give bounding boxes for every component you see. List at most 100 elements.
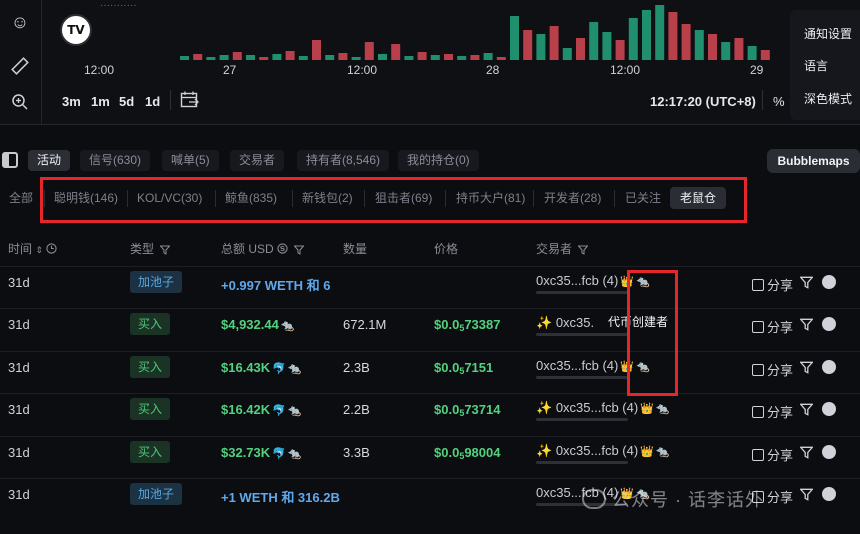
percent-toggle[interactable]: % [773,94,785,109]
clock-icon[interactable] [46,243,57,254]
toolbar-divider [170,90,171,110]
share-icon [752,449,764,461]
tab-calls[interactable]: 喊单(5) [162,150,219,171]
x-tick: 12:00 [347,63,378,77]
share-label: 分享 [767,448,794,463]
insider-icon: 🐀 [287,448,302,460]
timeframe-1d[interactable]: 1d [145,94,160,109]
filter-icon[interactable] [160,245,171,255]
volume-bar [589,22,599,60]
trader-address-text: 0xc35...fcb (4) [536,358,619,373]
trader-chart-icon[interactable] [822,317,836,331]
sort-icon[interactable]: ⇕ [35,245,43,255]
trader-chart-icon[interactable] [822,445,836,459]
calendar-goto-icon[interactable] [180,91,200,109]
creator-icon[interactable]: 👑 [640,445,654,458]
filter-trader-icon[interactable] [800,361,813,374]
trader-chart-icon[interactable] [822,275,836,289]
share-icon [752,321,764,333]
ruler-icon[interactable] [8,54,32,78]
insider-icon[interactable]: 🐀 [656,445,670,458]
volume-bar [483,53,493,60]
volume-bar [285,51,295,60]
col-header-total[interactable]: 总额 USD [221,240,305,257]
new-trader-icon: ✨ [536,315,556,330]
emoji-icon[interactable]: ☺ [8,10,32,34]
trader-chart-icon[interactable] [822,487,836,501]
highlight-box-filters [40,177,747,223]
menu-item-dark-mode[interactable]: 深色模式 [804,90,852,107]
volume-bar [760,50,770,60]
trader-address[interactable]: ✨ 0xc35...fcb (4) 👑 🐀 [536,400,670,416]
insider-icon[interactable]: 🐀 [656,402,670,415]
share-icon [752,279,764,291]
trade-time: 31d [8,487,30,502]
trader-chart-icon[interactable] [822,360,836,374]
volume-bar [721,42,731,60]
tab-my-positions[interactable]: 我的持仓(0) [398,150,479,171]
holding-progress-bar [536,291,628,294]
new-trader-icon: ✨ [536,443,556,458]
share-button[interactable]: 分享 [752,360,793,379]
zoom-in-icon[interactable] [8,90,32,114]
creator-icon[interactable]: 👑 [640,402,654,415]
tab-traders[interactable]: 交易者 [230,150,285,171]
row-divider [0,393,860,394]
share-button[interactable]: 分享 [752,402,793,421]
volume-bar [708,34,717,60]
share-button[interactable]: 分享 [752,275,793,294]
x-tick: 27 [223,63,237,77]
filter-trader-icon[interactable] [800,276,813,289]
trader-address-text: 0xc35...fcb (4) [555,400,639,415]
holding-progress-bar [536,461,628,464]
share-button[interactable]: 分享 [752,445,793,464]
share-label: 分享 [767,363,794,378]
volume-bar [338,53,348,60]
price-digits: 98004 [464,445,501,460]
trader-address-text: 0xc35...fcb (4) [536,485,619,500]
col-header-trader[interactable]: 交易者 [536,240,589,257]
col-header-type[interactable]: 类型 [130,240,171,257]
trade-amount: $4,932.44 🐀 [221,317,295,332]
filter-trader-icon[interactable] [800,403,813,416]
trader-chart-icon[interactable] [822,402,836,416]
currency-toggle-icon[interactable] [277,243,288,254]
trader-address[interactable]: ✨ 0xc35...fcb (4) 👑 🐀 [536,443,670,459]
row-divider [0,266,860,267]
col-header-time[interactable]: 时间 ⇕ [8,240,57,257]
bubblemaps-button[interactable]: Bubblemaps [767,149,860,173]
insider-icon: 🐀 [287,405,302,417]
trader-address[interactable]: ✨ 0xc35. [536,315,594,331]
col-header-qty: 数量 [343,242,368,256]
row-divider [0,351,860,352]
trade-type-badge: 加池子 [130,483,183,505]
volume-bars [180,5,770,60]
timeframe-3m[interactable]: 3m [62,94,81,109]
menu-item-notification-settings[interactable]: 通知设置 [804,25,852,42]
trade-price: $0.0598004 [434,445,500,461]
volume-bar [232,52,242,60]
filter-trader-icon[interactable] [800,446,813,459]
volume-bar [417,52,427,60]
tab-activity[interactable]: 活动 [28,150,71,171]
filter-icon[interactable] [294,245,305,255]
clock-readout[interactable]: 12:17:20 (UTC+8) [650,94,756,109]
col-header-price: 价格 [434,242,459,256]
timeframe-5d[interactable]: 5d [119,94,134,109]
filter-trader-icon[interactable] [800,318,813,331]
price-prefix: $0.0 [434,360,460,375]
dolphin-icon: 🐬 [272,448,286,460]
timeframe-1m[interactable]: 1m [91,94,110,109]
volume-bar [298,56,308,60]
trade-amount: +0.997 WETH 和 6 [221,275,330,294]
volume-bar [325,55,335,60]
x-tick: 12:00 [610,63,641,77]
panel-toggle-icon[interactable] [2,152,18,168]
share-button[interactable]: 分享 [752,317,793,336]
tab-signals[interactable]: 信号(630) [80,150,151,171]
tab-holders[interactable]: 持有者(8,546) [297,150,390,171]
filter-trader-icon[interactable] [800,488,813,501]
filter-icon[interactable] [578,245,589,255]
menu-item-language[interactable]: 语言 [804,57,828,74]
filter-all[interactable]: 全部 [9,188,33,208]
